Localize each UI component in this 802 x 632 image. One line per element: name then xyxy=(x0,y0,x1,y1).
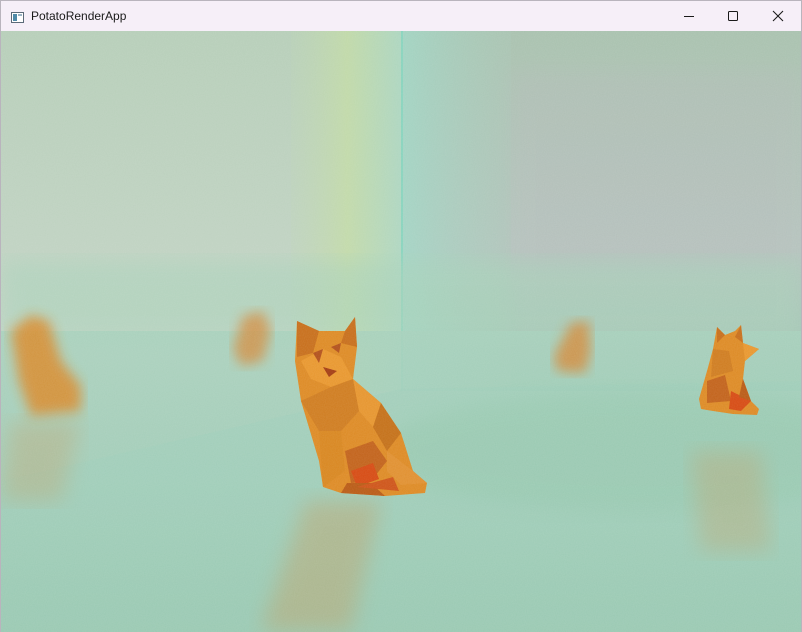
maximize-icon xyxy=(728,11,738,21)
rendered-scene xyxy=(1,31,801,632)
close-button[interactable] xyxy=(755,1,801,31)
window-title: PotatoRenderApp xyxy=(31,9,127,23)
title-bar[interactable]: PotatoRenderApp xyxy=(1,1,801,31)
render-viewport[interactable] xyxy=(1,31,801,632)
app-window: PotatoRenderApp xyxy=(0,0,802,632)
render-noise-overlay xyxy=(1,31,801,632)
minimize-icon xyxy=(684,16,694,17)
maximize-button[interactable] xyxy=(710,1,756,31)
window-app-icon xyxy=(11,10,24,23)
minimize-button[interactable] xyxy=(666,1,712,31)
close-icon xyxy=(772,10,784,22)
